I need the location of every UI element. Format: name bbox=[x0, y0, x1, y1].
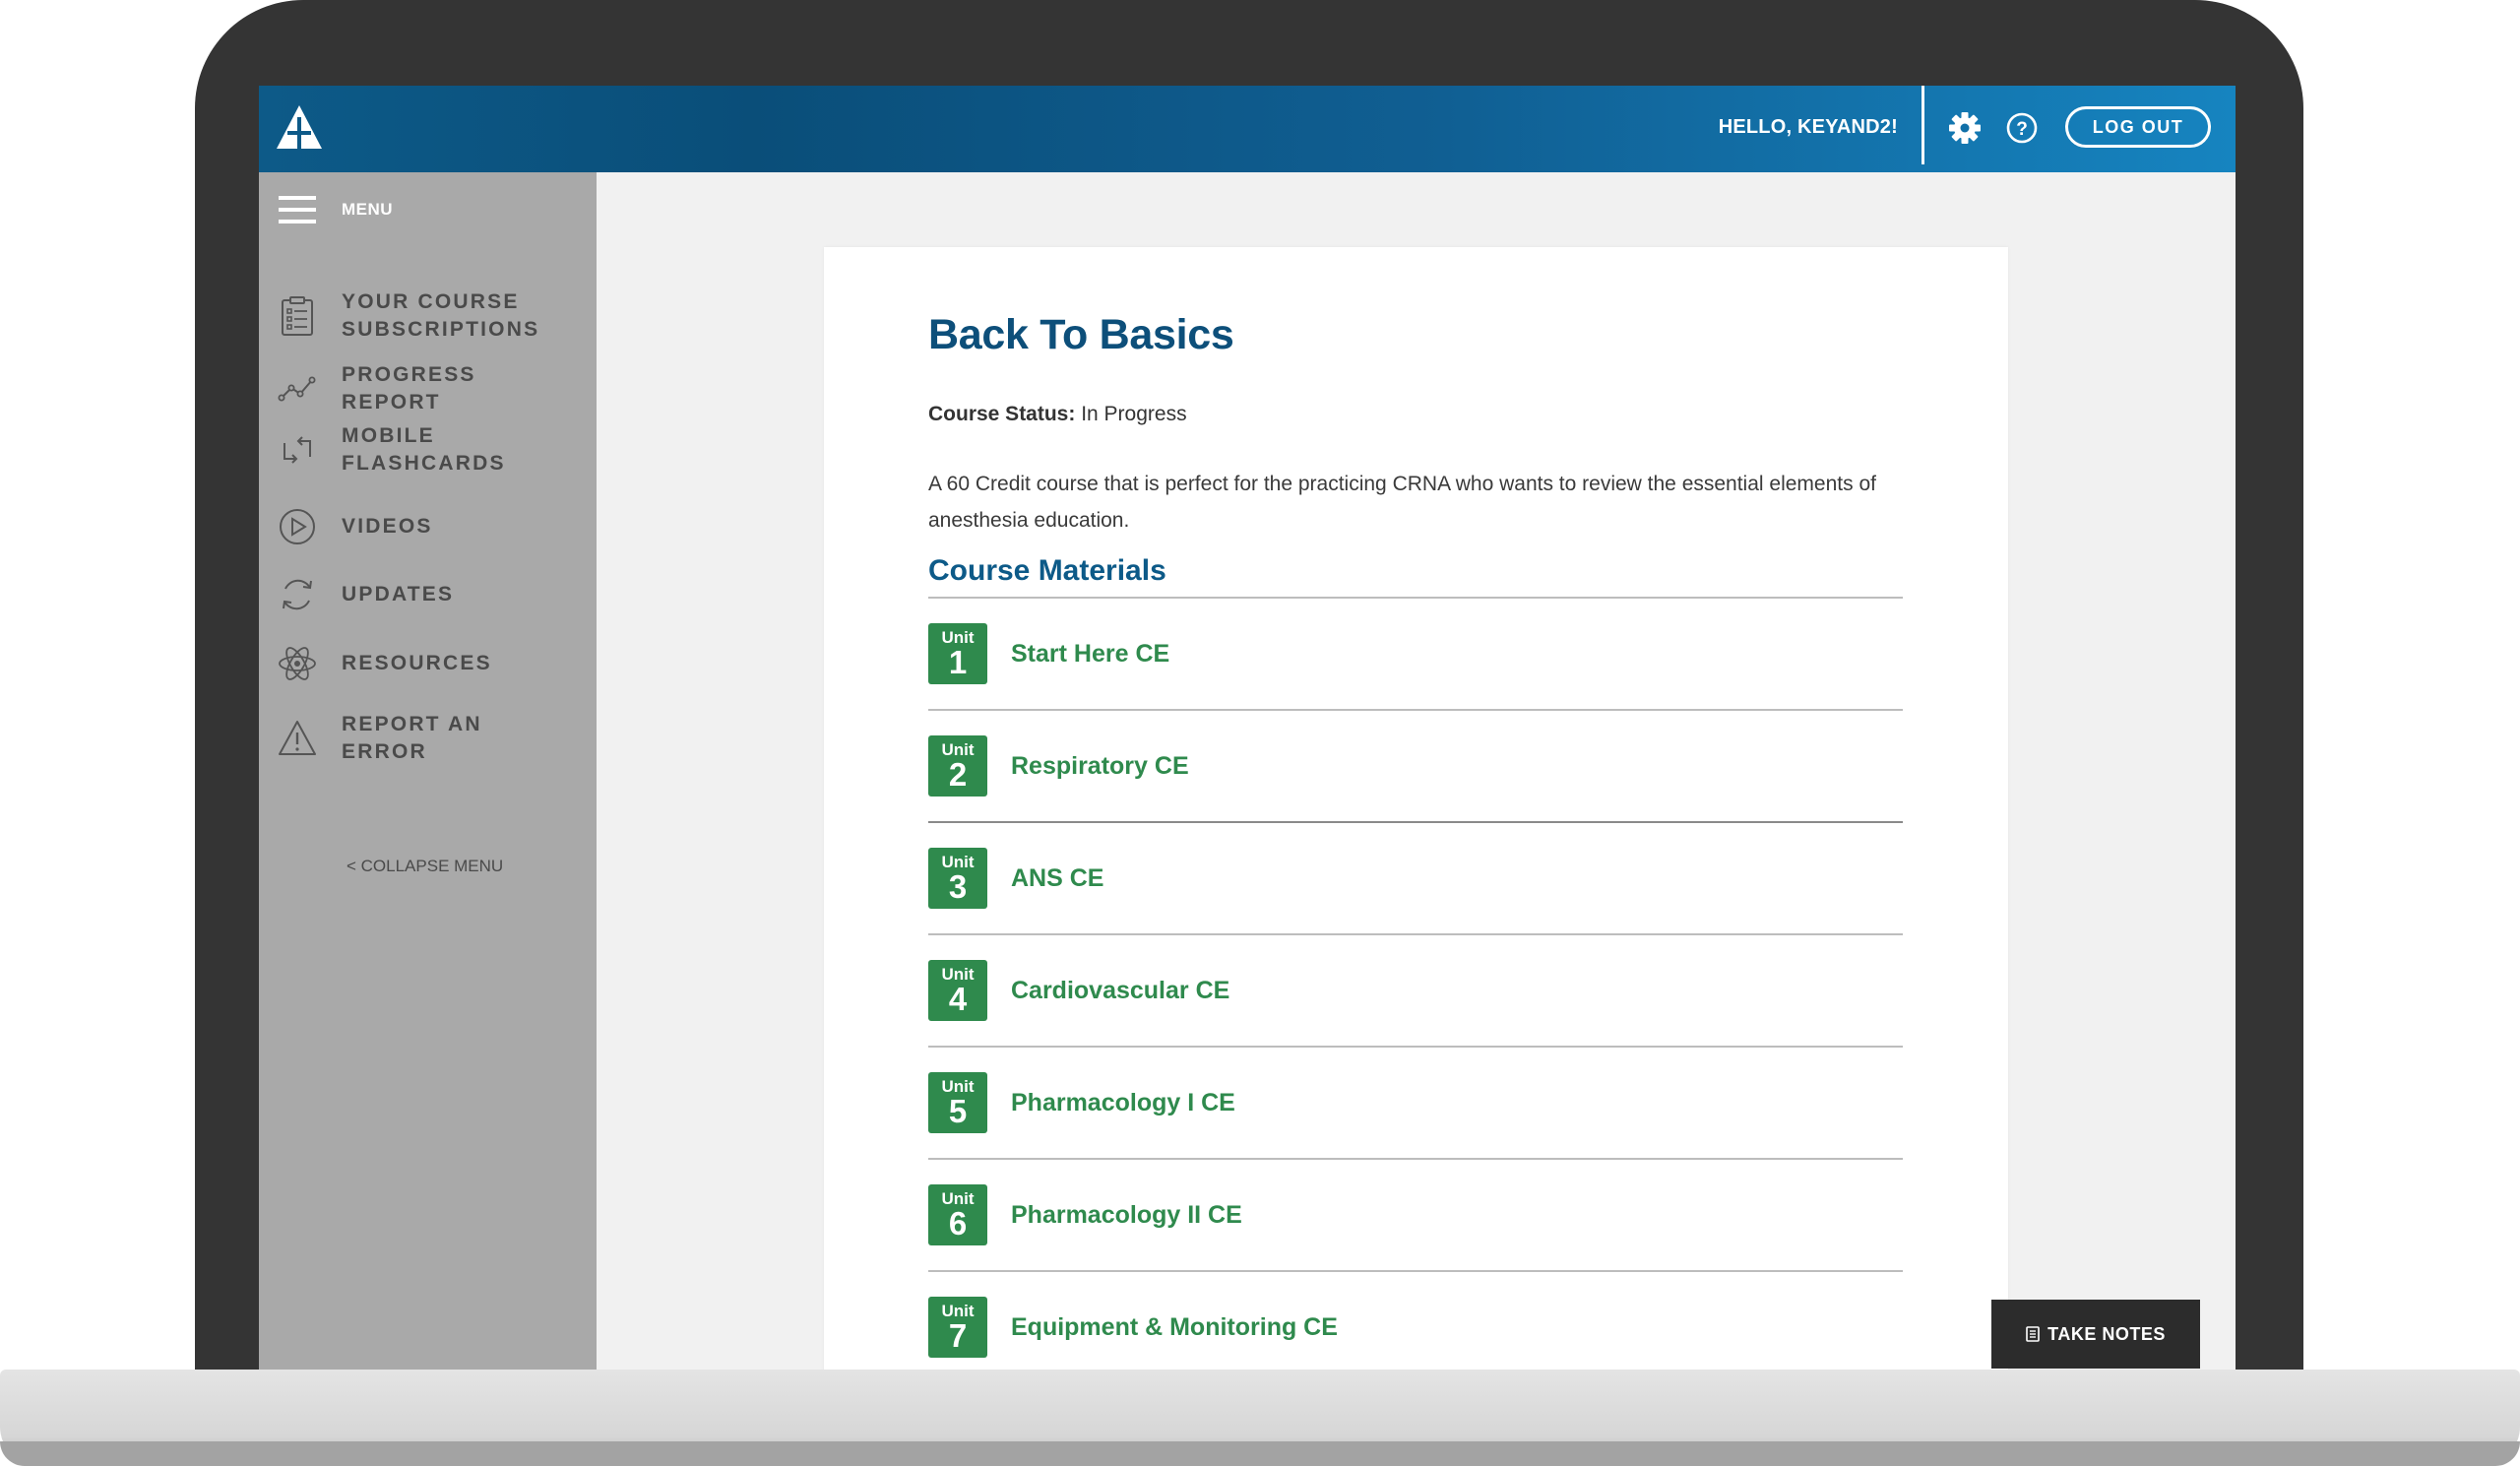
unit-row[interactable]: Unit 3 ANS CE bbox=[928, 821, 1903, 933]
course-status-label: Course Status: bbox=[928, 403, 1076, 425]
course-materials-heading: Course Materials bbox=[928, 554, 1166, 587]
unit-title-link[interactable]: Start Here CE bbox=[1011, 640, 1169, 669]
unit-badge-number: 4 bbox=[948, 981, 968, 1017]
unit-badge: Unit 2 bbox=[928, 735, 987, 797]
take-notes-button[interactable]: TAKE NOTES bbox=[1991, 1300, 2200, 1369]
unit-badge: Unit 3 bbox=[928, 848, 987, 909]
sidebar-item-label: REPORT AN ERROR bbox=[342, 713, 482, 763]
unit-row[interactable]: Unit 5 Pharmacology I CE bbox=[928, 1046, 1903, 1158]
course-description: A 60 Credit course that is perfect for t… bbox=[928, 473, 1876, 532]
unit-badge-number: 6 bbox=[948, 1205, 968, 1242]
menu-toggle[interactable]: MENU bbox=[279, 194, 393, 225]
sidebar-item-updates[interactable]: UPDATES bbox=[277, 574, 568, 615]
sidebar-item-mobile-flashcards[interactable]: MOBILE FLASHCARDS bbox=[277, 422, 568, 478]
warning-icon bbox=[279, 721, 316, 755]
logo-icon[interactable] bbox=[275, 103, 324, 151]
take-notes-label: TAKE NOTES bbox=[2048, 1323, 2166, 1344]
atom-icon bbox=[279, 647, 316, 680]
unit-title-link[interactable]: Pharmacology I CE bbox=[1011, 1089, 1235, 1117]
page-title: Back To Basics bbox=[928, 311, 1234, 358]
app-screen: HELLO, KEYAND2! ? LOG OUT MENU YOUR COUR… bbox=[259, 86, 2236, 1370]
course-materials-list: Unit 1 Start Here CE Unit 2 Respiratory … bbox=[928, 597, 1903, 1370]
gear-icon[interactable] bbox=[1948, 111, 1982, 145]
unit-title-link[interactable]: Respiratory CE bbox=[1011, 752, 1189, 781]
refresh-icon bbox=[283, 579, 312, 610]
sidebar-item-label: YOUR COURSE SUBSCRIPTIONS bbox=[342, 290, 540, 341]
sidebar-item-resources[interactable]: RESOURCES bbox=[277, 643, 568, 684]
menu-label: MENU bbox=[342, 200, 394, 219]
logout-button[interactable]: LOG OUT bbox=[2065, 106, 2211, 148]
sidebar-item-progress-report[interactable]: PROGRESS REPORT bbox=[277, 361, 568, 416]
top-bar: HELLO, KEYAND2! ? LOG OUT bbox=[259, 86, 2236, 172]
notepad-icon bbox=[2026, 1326, 2040, 1342]
unit-row[interactable]: Unit 1 Start Here CE bbox=[928, 597, 1903, 709]
sidebar-item-label: VIDEOS bbox=[342, 515, 433, 538]
line-graph-icon bbox=[278, 376, 316, 402]
help-icon[interactable]: ? bbox=[2005, 111, 2039, 145]
sidebar-item-report-error[interactable]: REPORT AN ERROR bbox=[277, 711, 568, 766]
topbar-divider bbox=[1922, 86, 1924, 164]
course-card: Back To Basics Course Status: In Progres… bbox=[824, 247, 2008, 1370]
sidebar-item-label: RESOURCES bbox=[342, 652, 492, 674]
unit-row[interactable]: Unit 6 Pharmacology II CE bbox=[928, 1158, 1903, 1270]
unit-badge-number: 5 bbox=[948, 1093, 968, 1129]
sidebar-item-label: PROGRESS REPORT bbox=[342, 363, 476, 414]
hamburger-icon bbox=[279, 196, 316, 223]
unit-badge-number: 3 bbox=[948, 868, 968, 905]
unit-badge: Unit 4 bbox=[928, 960, 987, 1021]
unit-title-link[interactable]: Pharmacology II CE bbox=[1011, 1201, 1242, 1230]
unit-badge: Unit 5 bbox=[928, 1072, 987, 1133]
unit-badge-number: 7 bbox=[948, 1317, 968, 1354]
unit-badge-number: 2 bbox=[948, 756, 968, 793]
sidebar: MENU YOUR COURSE SUBSCRIPTIONS PROGRESS … bbox=[259, 172, 597, 1370]
unit-title-link[interactable]: Equipment & Monitoring CE bbox=[1011, 1313, 1338, 1342]
user-greeting: HELLO, KEYAND2! bbox=[1718, 116, 1898, 138]
course-status: Course Status: In Progress bbox=[928, 403, 1187, 426]
unit-title-link[interactable]: ANS CE bbox=[1011, 864, 1103, 893]
unit-title-link[interactable]: Cardiovascular CE bbox=[1011, 977, 1229, 1005]
collapse-menu-link[interactable]: < COLLAPSE MENU bbox=[346, 857, 503, 876]
svg-text:?: ? bbox=[2016, 119, 2028, 140]
unit-badge: Unit 7 bbox=[928, 1297, 987, 1358]
unit-badge: Unit 6 bbox=[928, 1184, 987, 1245]
sidebar-item-course-subscriptions[interactable]: YOUR COURSE SUBSCRIPTIONS bbox=[277, 288, 568, 344]
unit-badge: Unit 1 bbox=[928, 623, 987, 684]
sidebar-item-label: MOBILE FLASHCARDS bbox=[342, 424, 506, 475]
play-icon bbox=[280, 509, 315, 544]
flashcards-icon bbox=[284, 436, 311, 464]
unit-row[interactable]: Unit 7 Equipment & Monitoring CE bbox=[928, 1270, 1903, 1370]
sidebar-item-label: UPDATES bbox=[342, 583, 455, 606]
unit-row[interactable]: Unit 2 Respiratory CE bbox=[928, 709, 1903, 821]
course-status-value: In Progress bbox=[1081, 403, 1187, 425]
clipboard-icon bbox=[282, 296, 313, 336]
unit-row[interactable]: Unit 4 Cardiovascular CE bbox=[928, 933, 1903, 1046]
laptop-base-lip bbox=[0, 1441, 2520, 1466]
unit-badge-number: 1 bbox=[948, 644, 968, 680]
sidebar-item-videos[interactable]: VIDEOS bbox=[277, 506, 568, 547]
